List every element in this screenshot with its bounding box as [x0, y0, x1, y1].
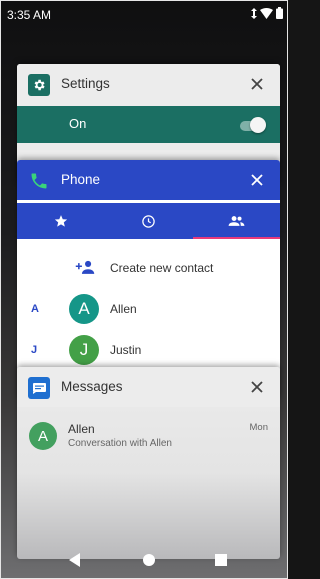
- overview-button[interactable]: [213, 552, 229, 568]
- settings-title: Settings: [61, 76, 110, 91]
- toggle-label: On: [69, 116, 87, 131]
- battery-icon: [276, 7, 283, 19]
- back-icon: [69, 553, 80, 567]
- contacts-icon: [228, 216, 245, 226]
- contact-name: Allen: [110, 302, 137, 316]
- home-icon: [143, 554, 155, 566]
- navigation-bar: [17, 542, 280, 578]
- clock-icon: [142, 214, 155, 228]
- tab-indicator: [193, 237, 280, 239]
- tab-favorites[interactable]: [17, 203, 104, 239]
- avatar: A: [69, 294, 99, 324]
- close-icon[interactable]: [248, 378, 266, 396]
- avatar: J: [69, 335, 99, 365]
- contact-row[interactable]: A A Allen: [17, 292, 280, 326]
- status-time: 3:35 AM: [7, 8, 52, 22]
- star-icon: [54, 215, 67, 227]
- toggle-thumb[interactable]: [250, 117, 266, 133]
- add-person-icon: [75, 260, 95, 274]
- create-contact-row[interactable]: Create new contact: [17, 255, 280, 281]
- status-icons: [251, 7, 283, 19]
- conversation-subtitle: Conversation with Allen: [68, 438, 172, 449]
- contact-row[interactable]: J J Justin: [17, 333, 280, 367]
- contact-name: Justin: [110, 343, 142, 357]
- wifi-icon: [260, 7, 273, 19]
- tab-recents[interactable]: [105, 203, 192, 239]
- settings-app-icon: [28, 74, 50, 96]
- section-letter: A: [31, 303, 39, 315]
- settings-card-header[interactable]: Settings: [17, 64, 280, 104]
- avatar: A: [29, 422, 57, 450]
- conversation-row[interactable]: A Allen Conversation with Allen Mon: [17, 419, 280, 459]
- phone-card-header[interactable]: Phone: [17, 160, 280, 200]
- back-button[interactable]: [67, 552, 83, 568]
- messages-card[interactable]: Messages A Allen Conversation with Allen…: [17, 367, 280, 559]
- section-letter: J: [31, 344, 38, 356]
- conversation-name: Allen: [68, 422, 95, 436]
- phone-title: Phone: [61, 172, 101, 187]
- overview-icon: [215, 554, 227, 566]
- phone-tab-bar: [17, 203, 280, 239]
- home-button[interactable]: [141, 552, 157, 568]
- messages-title: Messages: [61, 379, 123, 394]
- messages-card-header[interactable]: Messages: [17, 367, 280, 407]
- sync-icon: [251, 7, 257, 19]
- status-bar: 3:35 AM: [1, 1, 289, 27]
- settings-toggle-row[interactable]: On: [17, 106, 280, 143]
- recents-screen: 3:35 AM Settings On Phone Create new con…: [0, 0, 288, 579]
- create-contact-label: Create new contact: [110, 261, 214, 275]
- phone-card[interactable]: Phone Create new contact A A Allen J J J…: [17, 160, 280, 400]
- tab-contacts[interactable]: [193, 203, 280, 239]
- phone-app-icon: [28, 170, 50, 192]
- messages-app-icon: [28, 377, 50, 399]
- close-icon[interactable]: [248, 171, 266, 189]
- close-icon[interactable]: [248, 75, 266, 93]
- conversation-time: Mon: [249, 422, 268, 433]
